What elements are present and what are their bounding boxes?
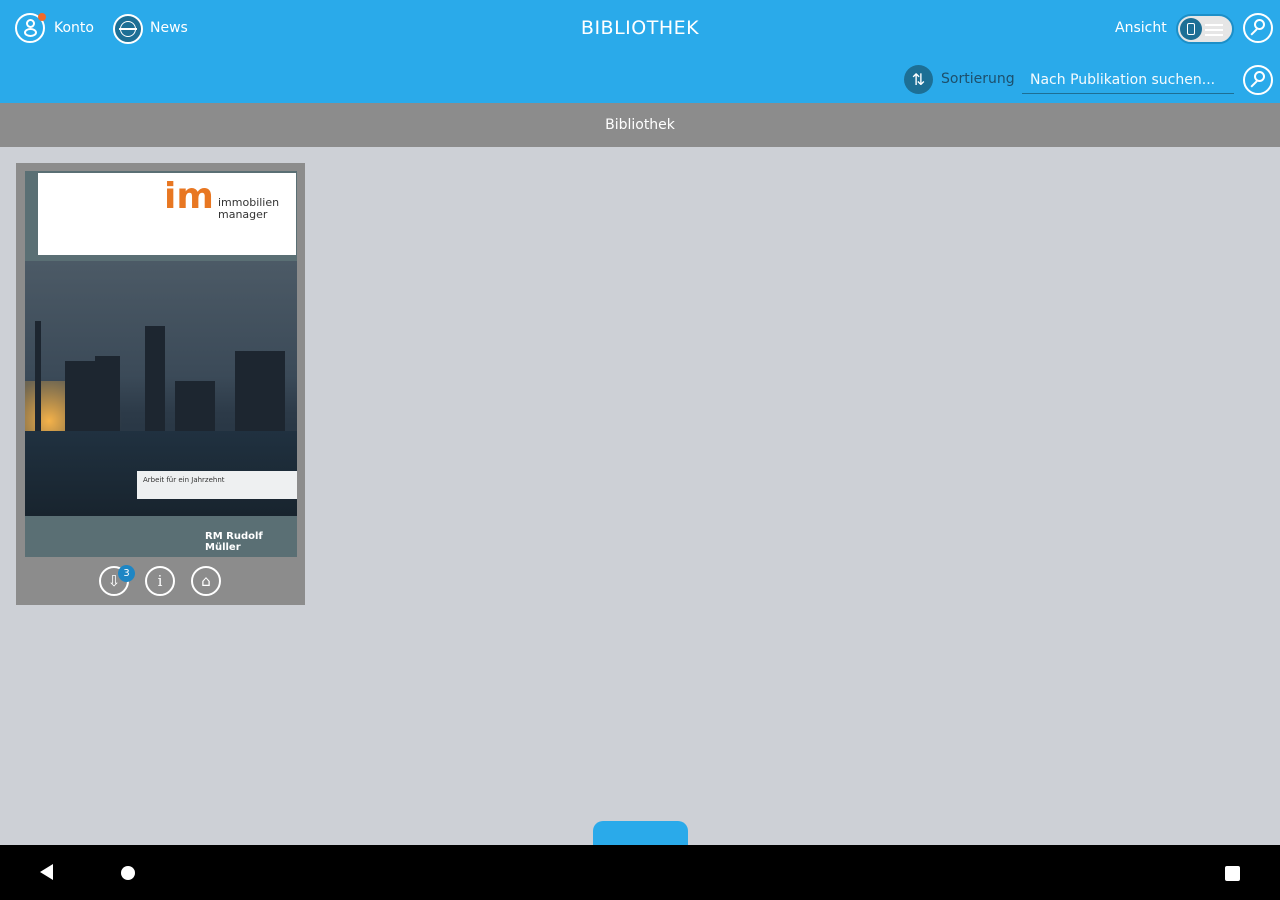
cover-publisher: RM Rudolf Müller	[205, 531, 263, 553]
info-icon[interactable]: i	[145, 566, 175, 596]
cover-building	[175, 381, 215, 431]
cart-icon[interactable]: ⌂	[191, 566, 221, 596]
cover-building	[65, 361, 95, 431]
cover-headline: Arbeit für ein Jahrzehnt	[143, 476, 225, 484]
bottom-drawer-handle[interactable]	[593, 821, 688, 847]
view-label: Ansicht	[1115, 20, 1167, 36]
cover-logo: im	[164, 176, 214, 217]
view-toggle[interactable]	[1176, 14, 1234, 44]
cover-caption: Arbeit für ein Jahrzehnt	[137, 471, 297, 499]
system-nav-bar	[0, 845, 1280, 900]
cover-building	[235, 351, 285, 431]
recents-icon[interactable]	[1225, 866, 1240, 881]
settings-wrench-icon[interactable]	[1243, 13, 1273, 43]
view-list-icon	[1205, 24, 1223, 36]
cover-masthead: im immobilien manager	[38, 173, 296, 255]
issue-count-badge: 3	[118, 565, 135, 582]
page-title: BIBLIOTHEK	[580, 17, 700, 39]
top-app-bar: Konto News BIBLIOTHEK Ansicht ⇅ Sortieru…	[0, 0, 1280, 103]
home-icon[interactable]	[121, 866, 135, 880]
view-grid-icon	[1180, 18, 1202, 40]
section-header: Bibliothek	[0, 103, 1280, 147]
cover-brand: immobilien manager	[218, 197, 279, 221]
search-input[interactable]	[1022, 66, 1234, 94]
back-icon[interactable]	[40, 864, 53, 880]
publication-card[interactable]: im immobilien manager Arbeit für ein Jah…	[16, 163, 305, 605]
sort-label[interactable]: Sortierung	[941, 71, 1015, 87]
cover-building	[145, 326, 165, 431]
cover-photo: Arbeit für ein Jahrzehnt	[25, 261, 297, 516]
search-icon[interactable]	[1243, 65, 1273, 95]
cover-building	[95, 356, 120, 431]
cover-brand-line2: manager	[218, 208, 268, 221]
sort-icon[interactable]: ⇅	[904, 65, 933, 94]
publication-cover[interactable]: im immobilien manager Arbeit für ein Jah…	[25, 171, 297, 557]
cover-chimney	[35, 321, 41, 431]
